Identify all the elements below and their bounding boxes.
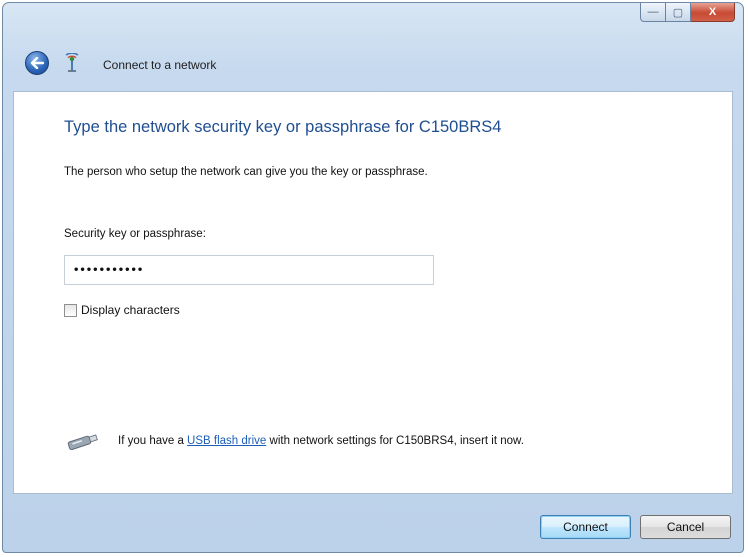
usb-flash-drive-link[interactable]: USB flash drive	[187, 435, 266, 447]
display-characters-checkbox[interactable]	[64, 303, 77, 317]
security-key-label: Security key or passphrase:	[64, 228, 206, 240]
window-title: Connect to a network	[103, 58, 217, 72]
dialog-footer: Connect Cancel	[3, 495, 743, 552]
page-heading: Type the network security key or passphr…	[64, 118, 502, 136]
security-key-input[interactable]	[64, 255, 434, 285]
minimize-button[interactable]: —	[640, 3, 666, 22]
navigation-bar: Connect to a network	[3, 47, 743, 85]
back-button[interactable]	[25, 51, 49, 75]
cancel-button[interactable]: Cancel	[640, 515, 731, 539]
usb-text-after: with network settings for C150BRS4, inse…	[266, 435, 524, 447]
display-characters-label[interactable]: Display characters	[81, 303, 180, 317]
display-characters-option[interactable]: Display characters	[64, 303, 180, 317]
usb-drive-icon	[67, 434, 98, 450]
maximize-button[interactable]: ▢	[666, 3, 691, 22]
usb-text-before: If you have a	[118, 435, 188, 447]
connect-network-window: — ▢ X Connect to a network Type the netw…	[2, 2, 744, 553]
caption-buttons: — ▢ X	[640, 3, 735, 23]
back-arrow-icon	[30, 57, 44, 69]
connect-button[interactable]: Connect	[540, 515, 631, 539]
instruction-text: The person who setup the network can giv…	[64, 166, 428, 178]
network-icon	[65, 53, 79, 72]
close-button[interactable]: X	[691, 3, 735, 22]
usb-hint-text: If you have a USB flash drive with netwo…	[118, 435, 524, 447]
content-panel: Type the network security key or passphr…	[13, 91, 733, 494]
usb-hint: If you have a USB flash drive with netwo…	[64, 432, 524, 450]
